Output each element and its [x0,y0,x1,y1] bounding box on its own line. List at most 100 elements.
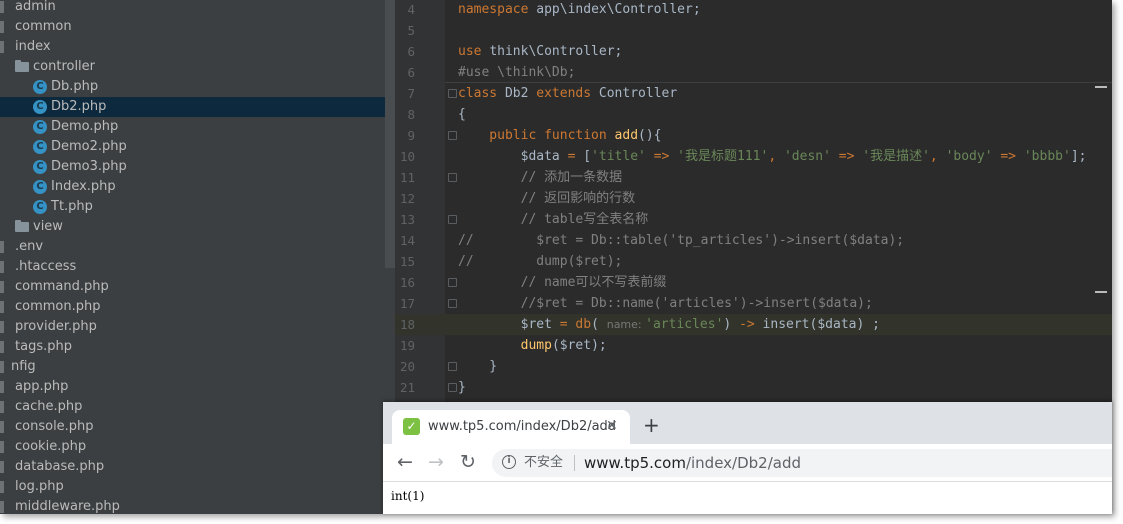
code-line[interactable]: 14 // $ret = Db::table('tp_articles')->in… [395,230,1112,251]
tree-item[interactable]: nfig [0,357,385,377]
line-number: 11 [399,170,415,185]
tree-scrollbar[interactable] [385,0,395,268]
file-icon [0,1,4,13]
code-text: } [458,377,466,398]
code-token: name: [606,318,646,331]
code-token: => [1000,149,1024,164]
tree-item[interactable]: C Demo.php [0,117,385,137]
tree-item[interactable]: .env [0,237,385,257]
tree-item[interactable]: .htaccess [0,257,385,277]
code-token: , [929,149,946,164]
code-text: // name可以不写表前缀 [458,272,667,293]
code-token: // table写全表名称 [458,212,649,227]
code-line[interactable]: 15 // dump($ret); [395,251,1112,272]
code-line[interactable]: 12 // 返回影响的行数 [395,188,1112,209]
file-icon [0,241,4,253]
line-number: 8 [407,107,415,122]
code-token: Db2 [504,86,537,101]
code-token: 'title' [591,149,654,164]
tree-item[interactable]: cookie.php [0,437,385,457]
url-text[interactable]: www.tp5.com/index/Db2/add [584,453,801,473]
tree-item[interactable]: C Demo3.php [0,157,385,177]
tree-item-label: Demo.php [51,119,119,134]
tree-item-label: Index.php [51,179,116,194]
code-line[interactable]: 10 $data = ['title' => '我是标题111', 'desn'… [395,146,1112,167]
fold-toggle-icon[interactable] [448,299,457,308]
file-icon [0,501,4,513]
php-class-icon: C [33,180,47,194]
code-token: => [838,149,863,164]
code-token: // 添加一条数据 [458,170,623,185]
tree-item[interactable]: C Index.php [0,177,385,197]
file-icon [0,321,4,333]
php-class-icon: C [33,120,47,134]
tree-item-label: middleware.php [15,499,120,514]
code-text: { [458,104,466,125]
tree-item[interactable]: view [0,217,385,237]
tab-title: www.tp5.com/index/Db2/add [428,419,617,434]
tree-item[interactable]: C Tt.php [0,197,385,217]
code-line[interactable]: 19 dump($ret); [395,335,1112,356]
tree-item-label: nfig [11,359,36,374]
code-line[interactable]: 21} [395,377,1112,398]
code-line[interactable]: 20 } [395,356,1112,377]
line-number: 13 [399,212,415,227]
code-line[interactable]: 13 // table写全表名称 [395,209,1112,230]
tab-close-button[interactable]: ✕ [606,417,618,435]
url-divider [574,455,575,471]
back-button[interactable]: ← [394,451,416,473]
tree-item[interactable]: C Demo2.php [0,137,385,157]
tree-item-label: Db2.php [51,99,107,114]
tree-item[interactable]: common [0,17,385,37]
code-line[interactable]: 17 //$ret = Db::name('articles')->insert… [395,293,1112,314]
fold-toggle-icon[interactable] [448,131,457,140]
reload-button[interactable]: ↻ [457,451,479,473]
code-token: // dump($ret); [458,254,623,269]
browser-tab[interactable]: ✓ www.tp5.com/index/Db2/add ✕ [392,410,630,444]
php-class-icon: C [33,160,47,174]
tree-item[interactable]: common.php [0,297,385,317]
fold-toggle-icon[interactable] [448,278,457,287]
security-label[interactable]: 不安全 [524,454,563,472]
new-tab-button[interactable]: + [643,414,660,436]
code-line[interactable]: 7 class Db2 extends Controller [395,83,1112,104]
fold-toggle-icon[interactable] [448,173,457,182]
tree-item[interactable]: log.php [0,477,385,497]
code-token: class [458,86,505,101]
tree-item[interactable]: console.php [0,417,385,437]
fold-toggle-icon[interactable] [448,362,457,371]
line-number: 5 [407,23,415,38]
info-icon[interactable]: i [502,455,516,469]
code-line[interactable]: 8{ [395,104,1112,125]
code-line[interactable]: 18 $ret = db( name: 'articles') -> inser… [395,314,1112,335]
tree-item[interactable]: provider.php [0,317,385,337]
tree-item[interactable]: cache.php [0,397,385,417]
code-line[interactable]: 5 [395,20,1112,41]
tree-item[interactable]: app.php [0,377,385,397]
forward-button[interactable]: → [425,451,447,473]
tree-item[interactable]: command.php [0,277,385,297]
code-line[interactable]: 6 #use \think\Db; [395,62,1112,83]
code-token: 'desn' [783,149,839,164]
code-line[interactable]: 16 // name可以不写表前缀 [395,272,1112,293]
code-text: $ret = db( name: 'articles') -> insert($… [458,314,880,335]
code-line[interactable]: 11 // 添加一条数据 [395,167,1112,188]
tree-item[interactable]: middleware.php [0,497,385,514]
tree-item[interactable]: tags.php [0,337,385,357]
php-class-icon: C [33,80,47,94]
fold-toggle-icon[interactable] [448,89,457,98]
tree-item[interactable]: admin [0,0,385,17]
code-line[interactable]: 6 use think\Controller; [395,41,1112,62]
tree-item-label: .htaccess [15,259,77,274]
line-number: 17 [399,296,415,311]
code-line[interactable]: 9 public function add(){ [395,125,1112,146]
code-line[interactable]: 4 namespace app\index\Controller; [395,0,1112,20]
tree-item[interactable]: C Db.php [0,77,385,97]
tree-item[interactable]: C Db2.php [0,97,385,117]
address-bar[interactable]: i 不安全 www.tp5.com/index/Db2/add [492,449,1112,477]
tree-item[interactable]: index [0,37,385,57]
tree-item[interactable]: database.php [0,457,385,477]
tree-item[interactable]: controller [0,57,385,77]
fold-toggle-icon[interactable] [448,215,457,224]
fold-toggle-icon[interactable] [448,383,457,392]
